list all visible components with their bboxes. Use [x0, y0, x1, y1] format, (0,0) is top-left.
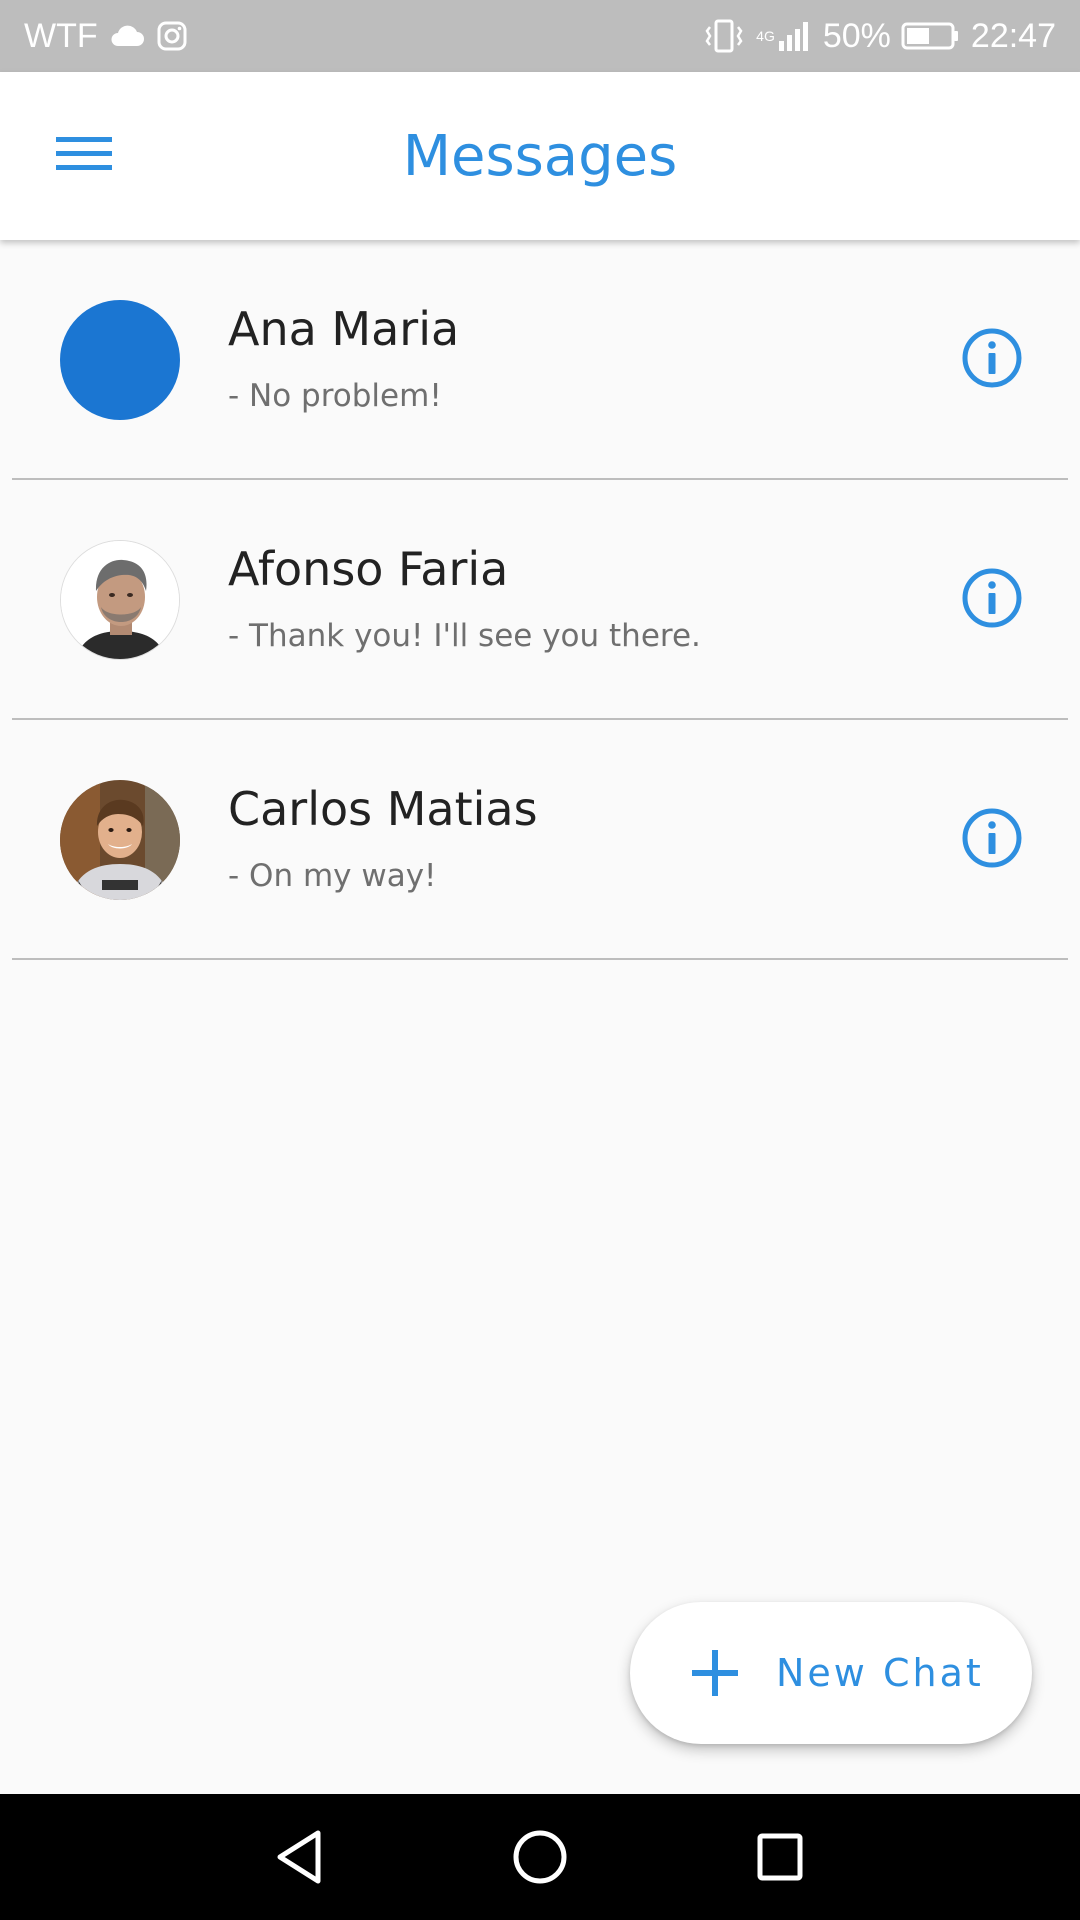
vibrate-icon	[702, 19, 746, 53]
conversation-item[interactable]: Ana Maria - No problem!	[0, 240, 1080, 480]
conversation-item[interactable]: Afonso Faria - Thank you! I'll see you t…	[0, 480, 1080, 720]
conversation-list: Ana Maria - No problem! Afonso Faria - T…	[0, 240, 1080, 960]
battery-percent: 50%	[822, 16, 891, 55]
avatar	[60, 300, 180, 420]
new-chat-button[interactable]: New Chat	[630, 1602, 1032, 1744]
menu-button[interactable]	[40, 116, 128, 196]
divider	[12, 958, 1068, 960]
avatar	[60, 540, 180, 660]
instagram-icon	[156, 20, 188, 52]
cloud-icon	[110, 25, 144, 47]
status-left: WTF	[24, 0, 188, 72]
carrier-text: WTF	[24, 16, 98, 55]
info-icon	[960, 566, 1024, 634]
back-triangle-icon	[270, 1830, 330, 1891]
messages-screen: WTF 4G 50% 22:47 Messages Ana Maria - No…	[0, 0, 1080, 1920]
network-type-label: 4G	[756, 28, 775, 44]
home-circle-icon	[510, 1830, 570, 1891]
recents-square-icon	[750, 1833, 810, 1891]
conversation-name: Carlos Matias	[228, 782, 538, 836]
page-title: Messages	[402, 123, 678, 189]
conversation-name: Ana Maria	[228, 302, 460, 356]
hamburger-menu-icon	[56, 134, 112, 178]
home-button[interactable]	[510, 1827, 570, 1887]
conversation-item[interactable]: Carlos Matias - On my way!	[0, 720, 1080, 960]
conversation-preview: - No problem!	[228, 378, 442, 414]
system-nav-bar	[0, 1794, 1080, 1920]
info-button[interactable]	[960, 568, 1024, 632]
plus-icon	[690, 1648, 740, 1698]
info-icon	[960, 326, 1024, 394]
conversation-preview: - Thank you! I'll see you there.	[228, 618, 701, 654]
info-button[interactable]	[960, 808, 1024, 872]
recents-button[interactable]	[750, 1827, 810, 1887]
new-chat-label: New Chat	[776, 1651, 984, 1695]
back-button[interactable]	[270, 1827, 330, 1887]
conversation-name: Afonso Faria	[228, 542, 509, 596]
clock: 22:47	[970, 16, 1056, 55]
app-bar: Messages	[0, 72, 1080, 240]
avatar	[60, 780, 180, 900]
status-bar: WTF 4G 50% 22:47	[0, 0, 1080, 72]
conversation-preview: - On my way!	[228, 858, 437, 894]
signal-icon	[777, 19, 813, 53]
info-icon	[960, 806, 1024, 874]
battery-icon	[901, 21, 961, 51]
status-right: 4G 50% 22:47	[702, 0, 1056, 72]
info-button[interactable]	[960, 328, 1024, 392]
